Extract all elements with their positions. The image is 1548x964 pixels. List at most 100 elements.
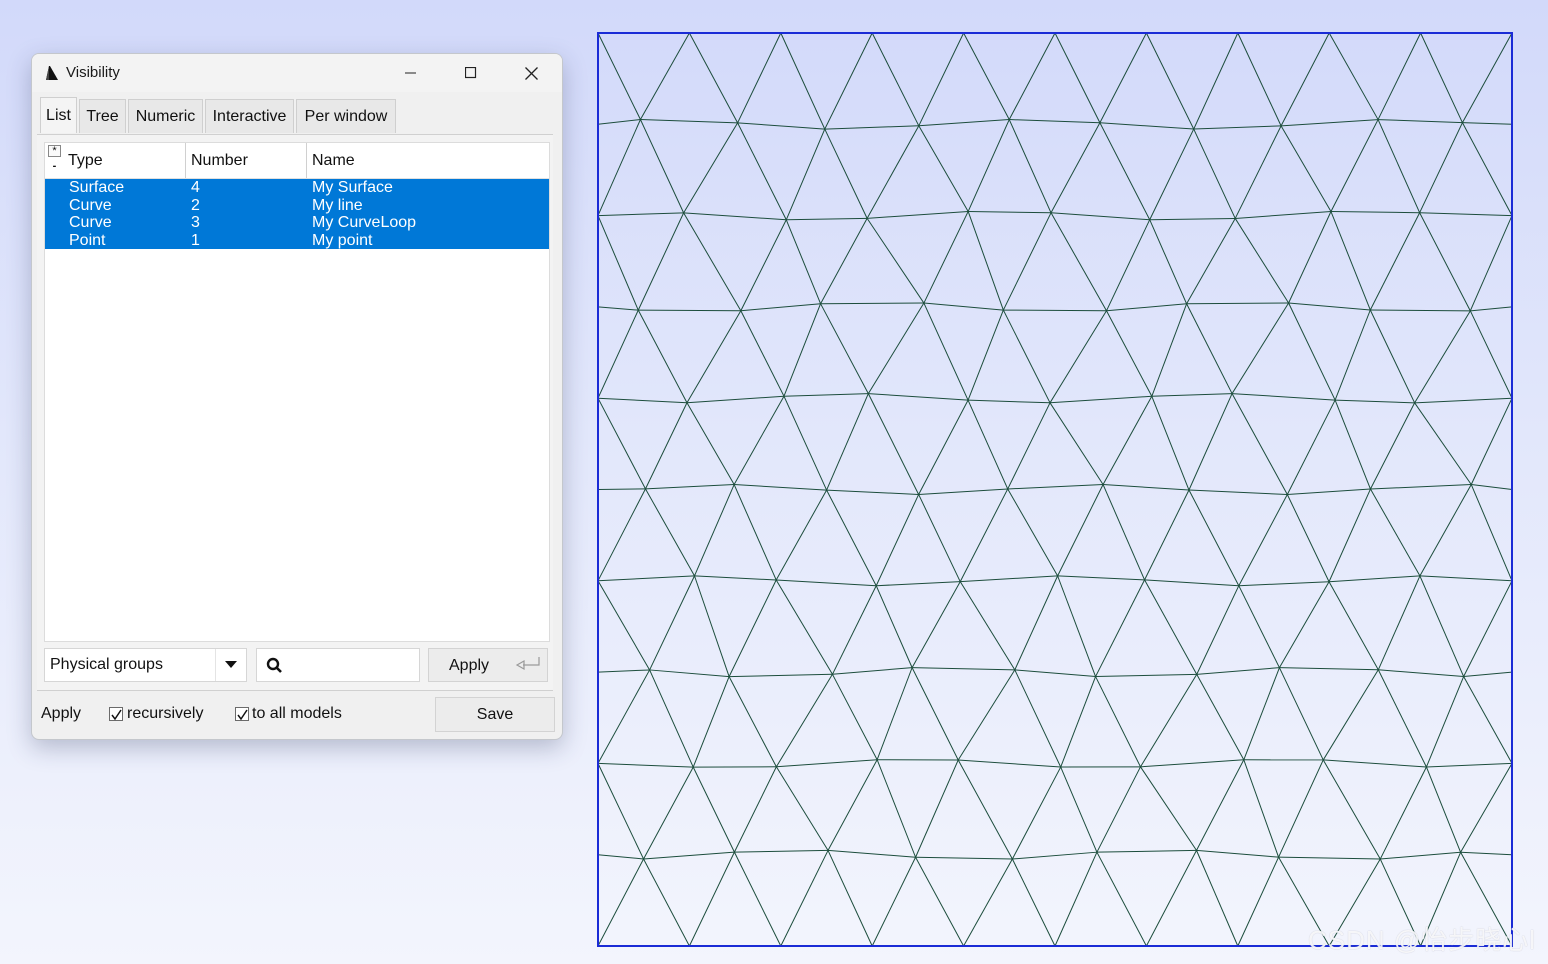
minimize-button[interactable] (382, 54, 440, 92)
mesh-edge (875, 494, 920, 586)
mesh-edge (1328, 32, 1379, 120)
save-button[interactable]: Save (435, 697, 555, 732)
mesh-edge (597, 212, 684, 217)
mesh-edge (1106, 310, 1153, 397)
mesh-edge (686, 402, 735, 485)
mesh-edge (1011, 766, 1062, 860)
cell-type: Curve (69, 196, 112, 214)
mesh-edge (1288, 302, 1371, 311)
mesh-edge (1054, 32, 1101, 123)
mesh-edge (1380, 851, 1461, 860)
mesh-edge (1278, 856, 1381, 860)
recursively-label: recursively (127, 705, 204, 722)
cell-number: 2 (191, 196, 200, 214)
mesh-edge (1188, 393, 1233, 491)
mesh-edge (688, 32, 739, 124)
mesh-edge (597, 215, 639, 311)
mesh-edge (1460, 851, 1513, 856)
tab-numeric[interactable]: Numeric (128, 99, 203, 133)
mesh-edge (1011, 858, 1056, 947)
filter-apply-button[interactable]: Apply (428, 648, 548, 682)
mesh-edge (1151, 303, 1188, 397)
search-input[interactable] (256, 648, 420, 682)
mesh-edge (1151, 393, 1233, 397)
mesh-edge (1057, 575, 1097, 677)
tab-tree[interactable]: Tree (79, 99, 126, 133)
mesh-edge (1469, 215, 1513, 312)
dropdown-button[interactable] (215, 649, 246, 681)
mesh-edge (1186, 218, 1236, 305)
column-header-name[interactable]: Name (307, 143, 547, 178)
select-none-toggle[interactable]: - (48, 161, 61, 173)
mesh-edge (957, 669, 1016, 761)
table-row[interactable]: Curve 3 My CurveLoop (45, 214, 549, 232)
mesh-edge (967, 119, 1010, 212)
cell-name: My point (312, 231, 373, 249)
cell-name: My Surface (312, 179, 393, 196)
mesh-edge (820, 218, 868, 304)
mesh-edge (775, 579, 833, 675)
mesh-edge (1462, 122, 1513, 125)
column-header-number[interactable]: Number (186, 143, 306, 178)
mesh-edge (1140, 759, 1244, 768)
mesh-edge (1280, 32, 1330, 127)
mesh-edge (911, 667, 959, 761)
mesh-edge (1470, 397, 1513, 485)
title-bar[interactable]: Visibility (32, 54, 562, 92)
mesh-edge (1196, 759, 1245, 851)
mesh-edge (876, 667, 913, 760)
mesh-viewport[interactable] (590, 26, 1520, 954)
mesh-edge (1151, 396, 1190, 491)
recursively-checkbox[interactable] (109, 707, 123, 721)
close-button[interactable] (502, 54, 560, 92)
mesh-edge (1057, 484, 1104, 577)
mesh-edge (1287, 488, 1371, 495)
table-row[interactable]: Surface 4 My Surface (45, 179, 549, 197)
mesh-edge (1193, 32, 1239, 130)
mesh-edge (868, 393, 969, 401)
mesh-edge (597, 397, 646, 490)
mesh-edge (1419, 575, 1465, 677)
chevron-down-icon (225, 661, 237, 668)
mesh-edge (1096, 851, 1147, 947)
mesh-edge (1369, 309, 1416, 404)
mesh-edge (1009, 119, 1100, 124)
mesh-edge (1330, 211, 1420, 214)
group-type-dropdown[interactable]: Physical groups (44, 648, 247, 682)
mesh-edge (911, 581, 961, 668)
mesh-edge (1463, 580, 1513, 677)
tab-list[interactable]: List (40, 97, 77, 133)
table-row[interactable]: Point 1 My point (45, 231, 549, 249)
entity-list[interactable]: * - Type Number Name Surface 4 My Surfac… (44, 142, 550, 642)
table-row[interactable]: Curve 2 My line (45, 196, 549, 214)
mesh-edge (957, 759, 1013, 860)
mesh-edge (1049, 310, 1107, 404)
mesh-edge (1243, 759, 1280, 858)
column-header-type[interactable]: Type (63, 143, 185, 178)
mesh-edge (1235, 211, 1332, 219)
select-all-toggle[interactable]: * (48, 145, 61, 157)
mesh-edge (960, 575, 1058, 583)
maximize-button[interactable] (442, 54, 500, 92)
mesh-edge (867, 210, 969, 219)
mesh-edge (1102, 484, 1146, 581)
tab-per-window[interactable]: Per window (296, 99, 396, 133)
tab-interactive[interactable]: Interactive (205, 99, 294, 133)
mesh-edge (694, 575, 777, 581)
mesh-edge (1470, 306, 1513, 312)
all-models-checkbox[interactable] (235, 707, 249, 721)
cell-number: 4 (191, 179, 200, 196)
mesh-edge (597, 32, 641, 120)
list-panel: * - Type Number Name Surface 4 My Surfac… (37, 134, 553, 691)
mesh-edge (1193, 125, 1282, 130)
mesh-edge (783, 395, 828, 491)
mesh-edge (785, 219, 822, 304)
mesh-edge (871, 857, 917, 947)
mesh-edge (638, 309, 741, 312)
mesh-edge (639, 119, 685, 214)
mesh-edge (1281, 119, 1379, 127)
mesh-edge (1049, 395, 1152, 404)
mesh-edge (683, 122, 739, 214)
mesh-edge (776, 579, 877, 587)
return-key-icon (515, 657, 540, 671)
